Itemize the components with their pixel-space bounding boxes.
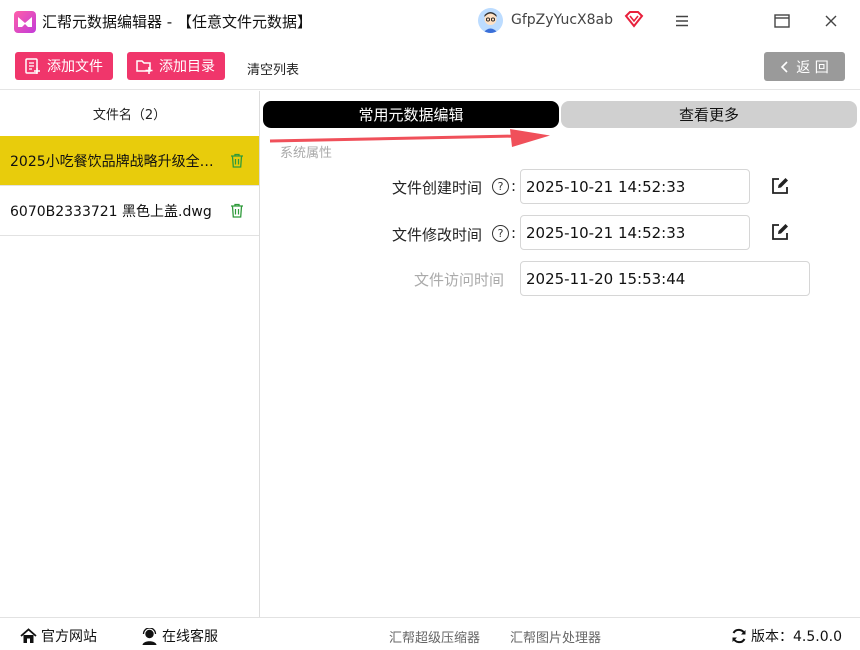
file-list-header: 文件名（2） <box>92 108 167 123</box>
add-folder-label: 添加目录 <box>159 59 215 75</box>
field-colon: : <box>511 224 517 242</box>
field-label-created: 文件创建时间 <box>392 179 483 197</box>
refresh-icon <box>732 628 746 644</box>
accessed-time-input[interactable] <box>520 261 810 296</box>
customer-service-icon <box>142 627 157 645</box>
official-website-label: 官方网站 <box>41 629 97 645</box>
edit-icon[interactable] <box>770 176 790 196</box>
official-website-link[interactable]: 官方网站 <box>20 626 97 646</box>
image-processor-link[interactable]: 汇帮图片处理器 <box>510 627 601 646</box>
help-icon[interactable]: ? <box>492 178 509 195</box>
modified-time-input[interactable] <box>520 215 750 250</box>
version-label: 版本：4.5.0.0 <box>751 629 842 645</box>
home-icon <box>20 628 37 643</box>
trash-icon[interactable] <box>230 153 244 168</box>
vip-diamond-icon[interactable] <box>624 10 644 32</box>
clear-list-button[interactable]: 清空列表 <box>247 59 299 78</box>
section-label-system-properties: 系统属性 <box>280 146 333 161</box>
created-time-input[interactable] <box>520 169 750 204</box>
file-list-item[interactable]: 6070B2333721 黑色上盖.dwg <box>0 186 259 236</box>
online-service-link[interactable]: 在线客服 <box>141 626 218 646</box>
trash-icon[interactable] <box>230 203 244 218</box>
file-name: 2025小吃餐饮品牌战略升级全案.pdf <box>10 153 222 170</box>
maximize-icon[interactable] <box>769 8 795 34</box>
close-icon[interactable] <box>818 8 844 34</box>
file-name: 6070B2333721 黑色上盖.dwg <box>10 203 212 220</box>
add-file-icon <box>25 58 40 74</box>
edit-icon[interactable] <box>770 222 790 242</box>
back-button[interactable]: 返 回 <box>764 52 845 81</box>
field-colon: : <box>511 177 517 195</box>
file-list-panel: 文件名（2） 2025小吃餐饮品牌战略升级全案.pdf 6070B2333721… <box>0 91 260 617</box>
version-check-button[interactable]: 版本：4.5.0.0 <box>731 626 842 646</box>
help-icon[interactable]: ? <box>492 225 509 242</box>
chevron-left-icon <box>781 60 788 73</box>
add-folder-button[interactable]: 添加目录 <box>127 52 225 80</box>
online-service-label: 在线客服 <box>162 629 218 645</box>
toolbar: 添加文件 添加目录 清空列表 返 回 <box>0 42 860 90</box>
back-label: 返 回 <box>796 59 829 76</box>
field-label-modified: 文件修改时间 <box>392 226 483 244</box>
super-compressor-link[interactable]: 汇帮超级压缩器 <box>389 627 480 646</box>
app-title: 汇帮元数据编辑器 - 【任意文件元数据】 <box>42 13 312 31</box>
username[interactable]: GfpZyYucX8ab <box>511 12 613 28</box>
footer: 官方网站 在线客服 汇帮超级压缩器 汇帮图片处理器 版本：4.5.0.0 <box>0 617 860 650</box>
add-file-button[interactable]: 添加文件 <box>15 52 113 80</box>
menu-icon[interactable] <box>669 8 695 34</box>
file-list-item[interactable]: 2025小吃餐饮品牌战略升级全案.pdf <box>0 136 259 186</box>
field-label-accessed: 文件访问时间 <box>414 271 505 289</box>
title-bar: 汇帮元数据编辑器 - 【任意文件元数据】 GfpZyYucX8ab <box>0 0 860 42</box>
app-logo-icon <box>14 11 36 33</box>
add-file-label: 添加文件 <box>47 59 103 75</box>
tab-common-metadata[interactable]: 常用元数据编辑 <box>263 101 559 128</box>
add-folder-icon <box>136 60 153 74</box>
user-avatar[interactable] <box>478 8 503 33</box>
tab-view-more[interactable]: 查看更多 <box>561 101 857 128</box>
